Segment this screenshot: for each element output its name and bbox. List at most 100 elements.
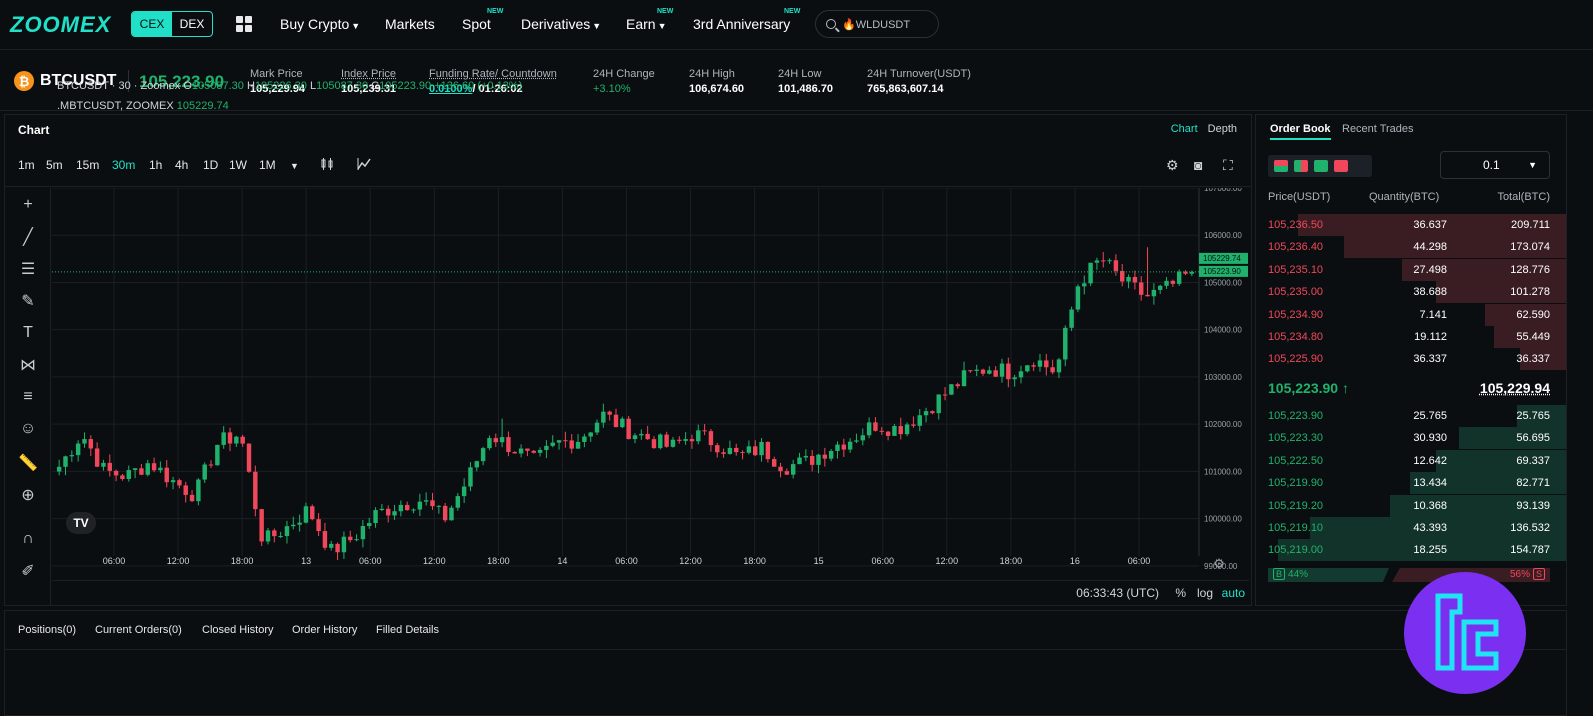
chevron-down-icon[interactable]: ▼ bbox=[290, 161, 299, 171]
log-scale-toggle[interactable]: log bbox=[1197, 586, 1213, 600]
nav-3rd-anniversary[interactable]: 3rd Anniversary bbox=[693, 16, 790, 32]
candle-body bbox=[683, 439, 688, 441]
funding-label[interactable]: Funding Rate/ Countdown bbox=[429, 68, 557, 80]
bid-row[interactable]: 105,219.10 43.393 136.532 bbox=[1256, 517, 1566, 539]
camera-icon[interactable]: ◙ bbox=[1194, 157, 1202, 173]
bid-row[interactable]: 105,223.30 30.930 56.695 bbox=[1256, 427, 1566, 450]
layout-bids-icon[interactable] bbox=[1314, 160, 1328, 172]
tf-1w[interactable]: 1W bbox=[229, 158, 247, 172]
x-tick-label: 12:00 bbox=[936, 556, 959, 566]
candle-body bbox=[923, 411, 929, 416]
earn-new-badge: NEW bbox=[657, 8, 674, 15]
indicators-icon[interactable] bbox=[357, 157, 371, 174]
ask-row[interactable]: 105,236.50 36.637 209.711 bbox=[1256, 214, 1566, 236]
tradingview-logo[interactable]: TV bbox=[66, 512, 96, 534]
pattern-icon[interactable]: ⋈ bbox=[17, 354, 39, 376]
lock-drawing-icon[interactable]: ✐ bbox=[17, 560, 39, 582]
settings-gear-icon[interactable]: ⚙ bbox=[1166, 157, 1179, 174]
text-tool-icon[interactable]: T bbox=[17, 322, 39, 344]
candle-body bbox=[677, 439, 682, 441]
order-book-panel: Order Book Recent Trades 0.1 ▼ Price(USD… bbox=[1255, 114, 1567, 606]
candle-body bbox=[537, 449, 543, 453]
zoomex-logo[interactable]: ZOOMEX bbox=[10, 12, 111, 38]
ask-row[interactable]: 105,236.40 44.298 173.074 bbox=[1256, 236, 1566, 259]
cex-toggle[interactable]: CEX bbox=[132, 12, 172, 36]
zoom-icon[interactable]: ⊕ bbox=[17, 484, 39, 506]
tab-order-book[interactable]: Order Book bbox=[1270, 123, 1331, 140]
bid-row[interactable]: 105,219.20 10.368 93.139 bbox=[1256, 494, 1566, 517]
tf-1m-month[interactable]: 1M bbox=[259, 158, 276, 172]
row-quantity: 36.337 bbox=[1413, 353, 1447, 366]
nav-derivatives-label: Derivatives bbox=[521, 16, 591, 32]
row-price: 105,234.80 bbox=[1268, 331, 1324, 343]
tf-5m[interactable]: 5m bbox=[46, 158, 63, 172]
bid-row[interactable]: 105,219.90 13.434 82.771 bbox=[1256, 472, 1566, 495]
candle-body bbox=[107, 462, 113, 471]
candle-body bbox=[234, 436, 239, 444]
ask-row[interactable]: 105,225.90 36.337 36.337 bbox=[1256, 348, 1566, 371]
tab-positions[interactable]: Positions(0) bbox=[18, 624, 76, 636]
cex-dex-switch[interactable]: CEX DEX bbox=[131, 11, 213, 37]
tab-current-orders[interactable]: Current Orders(0) bbox=[95, 624, 182, 636]
layout-split-icon[interactable] bbox=[1294, 160, 1308, 172]
layout-asks-icon[interactable] bbox=[1334, 160, 1348, 172]
tf-1d[interactable]: 1D bbox=[203, 158, 218, 172]
ask-row[interactable]: 105,234.80 19.112 55.449 bbox=[1256, 326, 1566, 348]
search-input[interactable]: 🔥WLDUSDT bbox=[815, 10, 939, 38]
tab-closed-history[interactable]: Closed History bbox=[202, 624, 274, 636]
trendline-icon[interactable]: ╱ bbox=[17, 226, 39, 248]
tf-30m[interactable]: 30m bbox=[112, 158, 135, 172]
candle-body bbox=[980, 369, 986, 374]
precision-select[interactable]: 0.1 ▼ bbox=[1440, 151, 1550, 179]
tab-order-history[interactable]: Order History bbox=[292, 624, 357, 636]
precision-value: 0.1 bbox=[1483, 158, 1500, 172]
apps-grid-icon[interactable] bbox=[236, 16, 252, 32]
dex-toggle[interactable]: DEX bbox=[172, 12, 212, 36]
ask-row[interactable]: 105,235.00 38.688 101.278 bbox=[1256, 281, 1566, 304]
tf-1m[interactable]: 1m bbox=[18, 158, 35, 172]
nav-markets[interactable]: Markets bbox=[385, 16, 435, 32]
candle-body bbox=[740, 452, 745, 454]
tf-1h[interactable]: 1h bbox=[149, 158, 162, 172]
tab-chart[interactable]: Chart bbox=[1171, 123, 1198, 135]
magnet-icon[interactable]: ∩ bbox=[17, 528, 39, 550]
watermark-logo bbox=[1404, 572, 1526, 694]
horizontal-lines-icon[interactable]: ☰ bbox=[17, 258, 39, 280]
fullscreen-icon[interactable]: ⛶ bbox=[1223, 157, 1233, 174]
candle-body bbox=[911, 424, 916, 426]
candle-body bbox=[329, 543, 334, 548]
bid-row[interactable]: 105,222.50 12.642 69.337 bbox=[1256, 449, 1566, 472]
tf-4h[interactable]: 4h bbox=[175, 158, 188, 172]
tab-recent-trades[interactable]: Recent Trades bbox=[1342, 123, 1414, 135]
x-tick-label: 13 bbox=[301, 556, 311, 566]
index-price-label[interactable]: Index Price bbox=[341, 68, 396, 80]
percent-scale-toggle[interactable]: % bbox=[1175, 586, 1186, 600]
price-chart[interactable]: 107000.00 106000.00 105000.00 104000.00 1030… bbox=[52, 188, 1249, 606]
utc-clock[interactable]: 06:33:43 (UTC) bbox=[1076, 586, 1159, 600]
measure-lines-icon[interactable]: ≡ bbox=[17, 386, 39, 408]
ruler-icon[interactable]: 📏 bbox=[17, 452, 39, 474]
ask-row[interactable]: 105,235.10 27.498 128.776 bbox=[1256, 258, 1566, 281]
tab-filled-details[interactable]: Filled Details bbox=[376, 624, 439, 636]
tab-depth[interactable]: Depth bbox=[1208, 123, 1237, 135]
nav-spot[interactable]: Spot bbox=[462, 16, 491, 32]
candle-body bbox=[436, 505, 442, 507]
nav-buy-crypto[interactable]: Buy Crypto ▼ bbox=[280, 16, 360, 32]
candle-body bbox=[227, 432, 233, 444]
candle-body bbox=[272, 530, 277, 537]
ask-row[interactable]: 105,234.90 7.141 62.590 bbox=[1256, 303, 1566, 326]
nav-earn[interactable]: Earn ▼ bbox=[626, 16, 667, 32]
bid-row[interactable]: 105,223.90 25.765 25.765 bbox=[1256, 405, 1566, 427]
bid-row[interactable]: 105,219.00 18.255 154.787 bbox=[1256, 539, 1566, 562]
crosshair-icon[interactable]: + bbox=[17, 194, 39, 216]
brush-icon[interactable]: ✎ bbox=[17, 290, 39, 312]
tf-15m[interactable]: 15m bbox=[76, 158, 99, 172]
y-tick-label: 104000.00 bbox=[1204, 326, 1242, 335]
nav-derivatives[interactable]: Derivatives ▼ bbox=[521, 16, 601, 32]
row-price: 105,236.50 bbox=[1268, 219, 1324, 231]
candle-type-icon[interactable] bbox=[320, 157, 334, 174]
auto-scale-toggle[interactable]: auto bbox=[1222, 586, 1245, 600]
candle-body bbox=[1157, 285, 1163, 290]
emoji-icon[interactable]: ☺ bbox=[17, 418, 39, 440]
layout-both-icon[interactable] bbox=[1274, 160, 1288, 172]
